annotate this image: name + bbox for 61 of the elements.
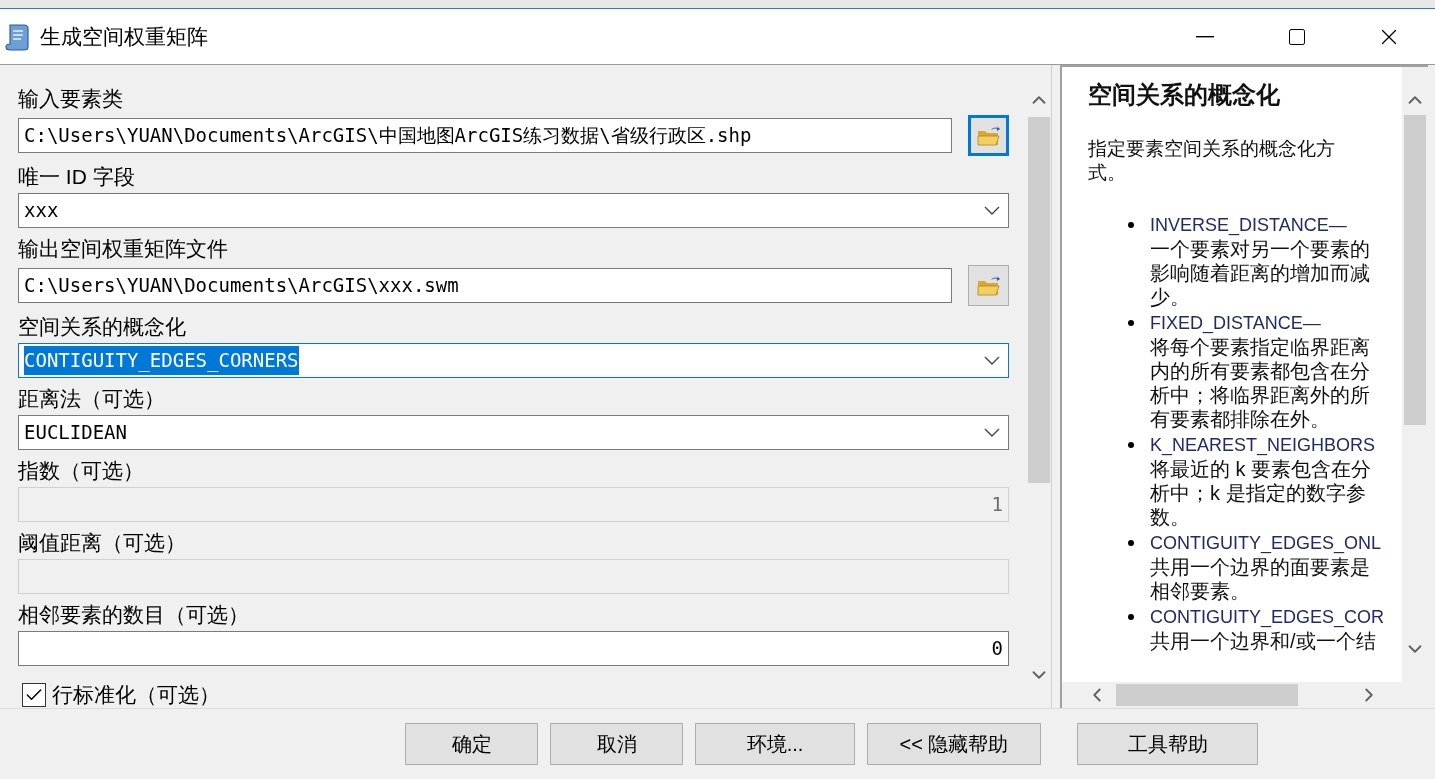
dialog-button[interactable]: << 隐藏帮助 bbox=[867, 723, 1041, 765]
field-label: 距离法（可选） bbox=[18, 386, 166, 412]
field-value: xxx bbox=[24, 198, 59, 224]
checkbox-label: 行标准化（可选） bbox=[52, 682, 220, 708]
dropdown-caret-icon bbox=[984, 206, 1000, 215]
field-value: 0 bbox=[991, 636, 1003, 662]
dialog-button[interactable]: 确定 bbox=[405, 723, 538, 765]
bullet-icon bbox=[1128, 540, 1134, 546]
help-text: 共用一个边界和/或一个结 bbox=[1150, 629, 1376, 653]
help-title: 空间关系的概念化 bbox=[1088, 80, 1281, 110]
dropdown-field[interactable]: EUCLIDEAN bbox=[18, 415, 1009, 450]
field-label: 输出空间权重矩阵文件 bbox=[18, 236, 229, 262]
bullet-icon bbox=[1128, 222, 1134, 228]
field-label: 相邻要素的数目（可选） bbox=[18, 602, 250, 628]
help-term: CONTIGUITY_EDGES_COR bbox=[1150, 606, 1386, 629]
dropdown-field[interactable]: xxx bbox=[18, 193, 1009, 228]
dropdown-caret-icon bbox=[984, 428, 1000, 437]
bullet-icon bbox=[1128, 442, 1134, 448]
dropdown-field[interactable]: CONTIGUITY_EDGES_CORNERS bbox=[18, 343, 1009, 378]
scroll-icon bbox=[4, 21, 30, 52]
field-value: EUCLIDEAN bbox=[24, 420, 127, 446]
help-text: 将最近的 k 要素包含在分析中；k 是指定的数字参数。 bbox=[1150, 457, 1373, 529]
number-field[interactable]: 0 bbox=[18, 631, 1009, 666]
field-value: 1 bbox=[991, 492, 1003, 518]
field-label: 阈值距离（可选） bbox=[18, 530, 187, 556]
dialog-button[interactable]: 环境... bbox=[695, 723, 855, 765]
help-text: 共用一个边界的面要素是相邻要素。 bbox=[1150, 555, 1371, 603]
help-text: 将每个要素指定临界距离内的所有要素都包含在分析中；将临界距离外的所有要素都排除在外。 bbox=[1150, 335, 1371, 431]
help-term: FIXED_DISTANCE— bbox=[1150, 312, 1322, 335]
window-title: 生成空间权重矩阵 bbox=[40, 23, 208, 50]
field-value: C:\Users\YUAN\Documents\ArcGIS\中国地图ArcGIS练习数据\省级行政区.shp bbox=[24, 123, 752, 149]
folder-icon bbox=[975, 123, 1002, 148]
help-term: CONTIGUITY_EDGES_ONL bbox=[1150, 532, 1383, 555]
help-term: K_NEAREST_NEIGHBORS bbox=[1150, 434, 1377, 457]
bullet-icon bbox=[1128, 320, 1134, 326]
help-text: 一个要素对另一个要素的影响随着距离的增加而减少。 bbox=[1150, 237, 1371, 309]
help-intro: 指定要素空间关系的概念化方式。 bbox=[1088, 137, 1336, 185]
minimize-icon bbox=[1196, 35, 1214, 38]
help-scrollbar[interactable] bbox=[1402, 67, 1428, 682]
scroll-thumb[interactable] bbox=[1116, 684, 1298, 706]
dropdown-caret-icon bbox=[984, 356, 1000, 365]
browse-button[interactable] bbox=[968, 115, 1009, 156]
field-value: C:\Users\YUAN\Documents\ArcGIS\xxx.swm bbox=[24, 273, 459, 299]
scroll-thumb[interactable] bbox=[1028, 117, 1050, 483]
help-term: INVERSE_DISTANCE— bbox=[1150, 214, 1348, 237]
dialog-button[interactable]: 取消 bbox=[550, 723, 683, 765]
checkbox[interactable] bbox=[22, 682, 46, 707]
field-label: 唯一 ID 字段 bbox=[18, 164, 136, 190]
folder-icon bbox=[975, 273, 1002, 298]
bullet-icon bbox=[1128, 614, 1134, 620]
field-label: 输入要素类 bbox=[18, 86, 124, 112]
maximize-icon bbox=[1287, 26, 1307, 47]
field-label: 空间关系的概念化 bbox=[18, 314, 187, 340]
help-horizontal-scrollbar[interactable] bbox=[1062, 682, 1428, 708]
field-value: CONTIGUITY_EDGES_CORNERS bbox=[24, 346, 299, 375]
path-field[interactable]: C:\Users\YUAN\Documents\ArcGIS\中国地图ArcGIS练习数据\省级行政区.shp bbox=[18, 118, 952, 153]
browse-button[interactable] bbox=[968, 265, 1009, 306]
field-label: 指数（可选） bbox=[18, 458, 145, 484]
path-field[interactable]: C:\Users\YUAN\Documents\ArcGIS\xxx.swm bbox=[18, 268, 952, 303]
dialog-button[interactable]: 工具帮助 bbox=[1077, 723, 1258, 765]
scroll-thumb[interactable] bbox=[1404, 115, 1426, 425]
